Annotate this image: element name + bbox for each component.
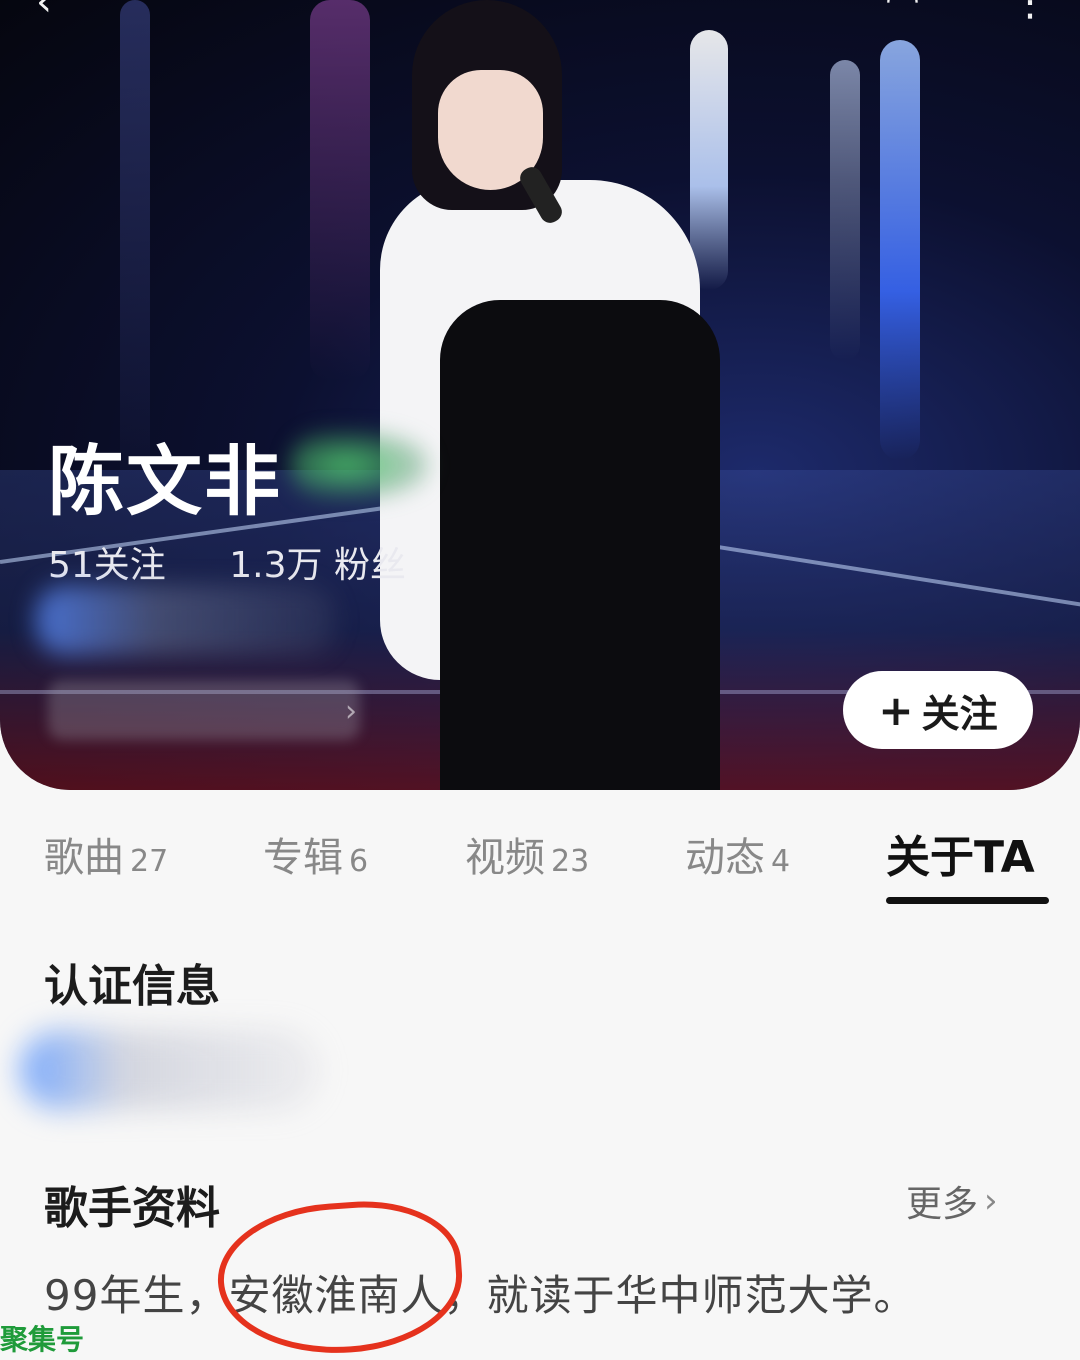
plus-icon: + (878, 685, 914, 735)
artist-stats: 51关注 1.3万 粉丝 (48, 536, 458, 588)
more-label: 更多 (906, 1184, 979, 1225)
tab-count: 27 (130, 844, 169, 879)
artist-bio: 99年生，安徽淮南人，就读于华中师范大学。 (44, 1271, 917, 1320)
chevron-right-icon: › (345, 694, 357, 729)
back-icon[interactable]: ‹ (36, 0, 52, 22)
stage-light (830, 60, 860, 360)
more-icon[interactable]: ⋮ (1010, 0, 1050, 22)
fans-count[interactable]: 1.3万 粉丝 (229, 545, 406, 586)
performer-photo (360, 0, 740, 790)
tab-albums[interactable]: 专辑 6 (263, 825, 368, 883)
blurred-info-row (36, 585, 336, 655)
chevron-right-icon: › (984, 1181, 998, 1221)
tab-videos[interactable]: 视频 23 (465, 825, 589, 883)
cert-section-title: 认证信息 (44, 961, 220, 1012)
artist-name: 陈文非 (48, 437, 282, 526)
tab-about[interactable]: 关于TA (886, 821, 1035, 885)
tab-label: 动态 (685, 835, 765, 881)
follow-label: 关注 (921, 691, 998, 736)
following-count[interactable]: 51关注 (48, 545, 166, 586)
tab-moments[interactable]: 动态 4 (685, 825, 790, 883)
artist-hero: ‹ ◠ ⋮ 陈文非 51关注 1.3万 粉丝 › + 关注 (0, 0, 1080, 790)
more-link[interactable]: 更多 › (906, 1175, 998, 1227)
tab-label: 歌曲 (44, 835, 124, 881)
share-icon[interactable]: ◠ (885, 0, 920, 20)
tab-songs[interactable]: 歌曲 27 (44, 825, 168, 883)
blurred-link-row[interactable] (48, 680, 360, 740)
tab-label: 视频 (465, 835, 545, 881)
blurred-badge (290, 430, 430, 500)
red-annotation-circle (213, 1194, 467, 1360)
tab-count: 23 (551, 844, 590, 879)
active-tab-indicator (886, 897, 1049, 904)
tab-count: 6 (349, 844, 369, 879)
tab-count: 4 (771, 844, 791, 879)
tab-label: 专辑 (263, 835, 343, 881)
stage-light (880, 40, 920, 460)
profile-section-title: 歌手资料 (44, 1183, 220, 1234)
tab-label: 关于TA (886, 832, 1035, 883)
tab-bar: 歌曲 27 专辑 6 视频 23 动态 4 关于TA (0, 815, 1080, 915)
watermark: 聚集号 (0, 1323, 85, 1356)
blurred-cert-info (20, 1030, 320, 1110)
follow-button[interactable]: + 关注 (843, 671, 1033, 749)
